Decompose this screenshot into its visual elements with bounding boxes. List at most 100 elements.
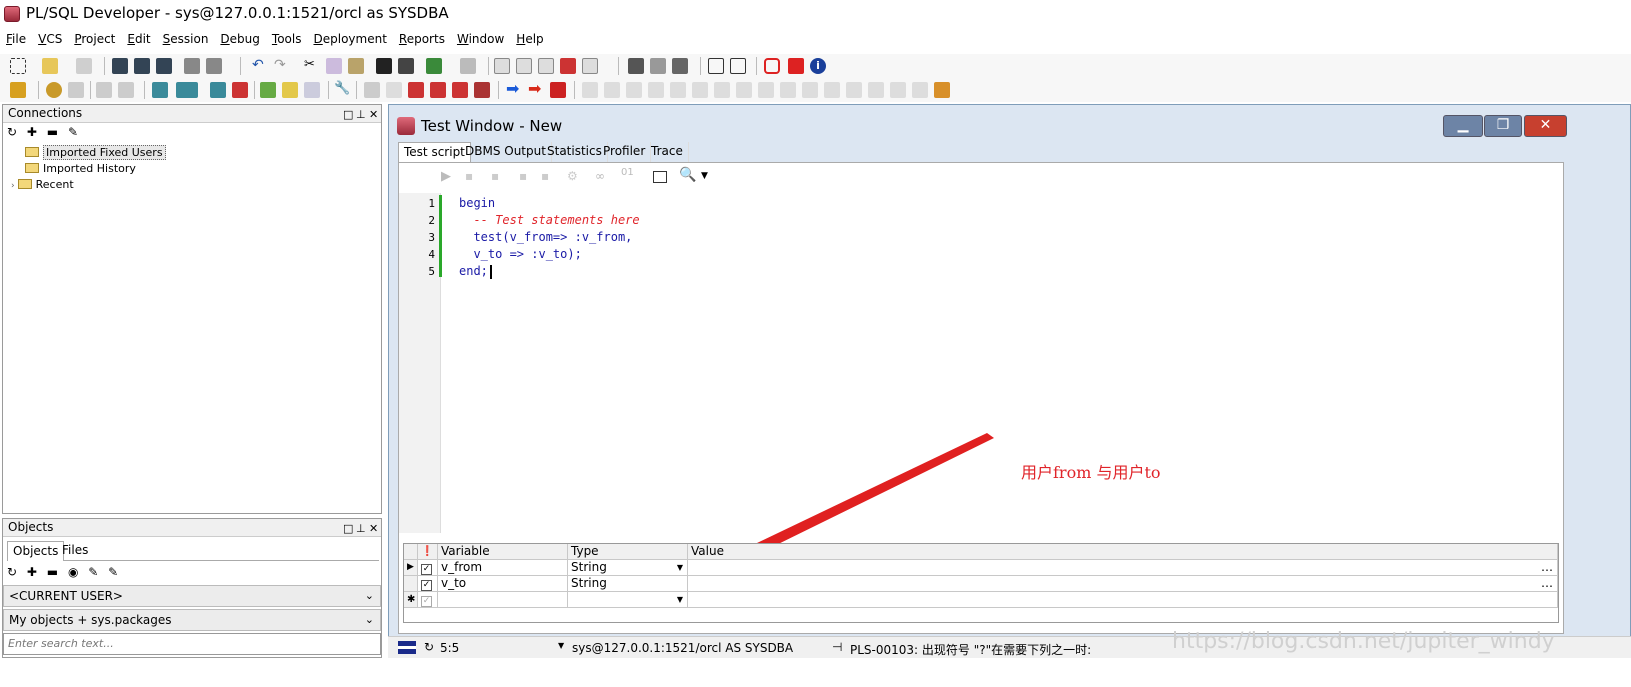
tab-files[interactable]: Files	[57, 541, 93, 561]
object-search-input[interactable]: Enter search text...	[3, 633, 381, 655]
explain-plan-icon[interactable]	[672, 58, 688, 74]
gear-icon[interactable]	[46, 82, 62, 98]
menu-debug[interactable]: Debug	[214, 30, 265, 46]
object-icon-3[interactable]	[408, 82, 424, 98]
menu-reports[interactable]: Reports	[393, 30, 451, 46]
find-icon[interactable]	[376, 58, 392, 74]
undo-icon[interactable]: ↶	[252, 58, 268, 74]
panel-close-icon[interactable]: ✕	[369, 106, 378, 123]
sql-window-icon[interactable]	[628, 58, 644, 74]
type-cell[interactable]: String	[568, 576, 688, 592]
menu-session[interactable]: Session	[157, 30, 215, 46]
command-window-icon[interactable]	[650, 58, 666, 74]
chevron-down-icon[interactable]: ▼	[677, 592, 683, 607]
new-sql-window-icon[interactable]	[152, 82, 168, 98]
execute-icon[interactable]: ▶	[441, 169, 451, 184]
arrow-right-blue-icon[interactable]: ➡	[506, 81, 522, 98]
menu-deployment[interactable]: Deployment	[307, 30, 392, 46]
redo-icon[interactable]: ↷	[274, 58, 290, 74]
variable-cell[interactable]	[438, 592, 568, 608]
indent-icon[interactable]	[494, 58, 510, 74]
object-icon-4[interactable]	[430, 82, 446, 98]
close-button[interactable]: ✕	[1524, 115, 1567, 137]
cut-icon[interactable]: ✂	[304, 58, 320, 74]
filter-icon[interactable]: ✎	[108, 565, 118, 579]
tree-item-recent[interactable]: › Recent	[11, 177, 74, 193]
import-icon[interactable]	[426, 58, 442, 74]
tools-icon[interactable]	[260, 82, 276, 98]
wrench-icon[interactable]: 🔧	[334, 82, 350, 98]
edit-icon[interactable]: ✎	[68, 125, 78, 139]
uncomment-icon[interactable]	[560, 58, 576, 74]
filter-select[interactable]: My objects + sys.packages ⌄	[3, 609, 381, 631]
menu-project[interactable]: Project	[68, 30, 121, 46]
reopen-icon[interactable]	[76, 58, 92, 74]
find-binoculars-icon[interactable]: ◉	[68, 565, 78, 579]
paste-icon[interactable]	[348, 58, 364, 74]
chevron-down-icon[interactable]: ▼	[701, 171, 708, 181]
remove-icon[interactable]: ▬	[47, 565, 58, 579]
output-window-icon[interactable]	[653, 171, 667, 183]
connection-status[interactable]: sys@127.0.0.1:1521/orcl AS SYSDBA	[572, 641, 793, 655]
panel-pin-icon[interactable]: ⊥	[356, 520, 366, 537]
tab-dbms-output[interactable]: DBMS Output	[460, 142, 552, 162]
panel-float-icon[interactable]: □	[343, 520, 353, 537]
type-cell[interactable]: String ▼	[568, 560, 688, 576]
remove-icon[interactable]: ▬	[47, 125, 58, 139]
sql-dropdown-icon[interactable]	[176, 82, 198, 98]
new-icon[interactable]	[10, 58, 26, 74]
tab-trace[interactable]: Trace	[646, 142, 689, 162]
ellipsis-icon[interactable]: …	[1541, 560, 1553, 575]
tab-objects[interactable]: Objects	[7, 541, 65, 561]
object-icon-6[interactable]	[474, 82, 490, 98]
variable-cell[interactable]: v_to	[438, 576, 568, 592]
value-cell[interactable]	[688, 592, 1558, 608]
minimize-button[interactable]: ▁	[1443, 115, 1483, 137]
panel-close-icon[interactable]: ✕	[369, 520, 378, 537]
menu-help[interactable]: Help	[510, 30, 549, 46]
user-select[interactable]: <CURRENT USER> ⌄	[3, 585, 381, 607]
menu-edit[interactable]: Edit	[121, 30, 156, 46]
value-cell[interactable]: …	[688, 560, 1558, 576]
unlock-icon[interactable]	[934, 82, 950, 98]
refresh-icon[interactable]: ↻	[7, 125, 17, 139]
tile-icon[interactable]	[730, 58, 746, 74]
print-icon[interactable]	[184, 58, 200, 74]
panel-pin-icon[interactable]: ⊥	[356, 106, 366, 123]
menu-file[interactable]: File	[0, 30, 32, 46]
info-icon[interactable]: i	[810, 58, 826, 74]
unindent-icon[interactable]	[516, 58, 532, 74]
row-enabled-checkbox[interactable]: ✓	[421, 580, 432, 591]
list-icon[interactable]	[304, 82, 320, 98]
tree-item-fixed-users[interactable]: Imported Fixed Users	[25, 145, 166, 161]
copy-icon[interactable]	[326, 58, 342, 74]
chevron-down-icon[interactable]: ▼	[677, 560, 683, 575]
stop-icon[interactable]	[550, 82, 566, 98]
row-enabled-checkbox[interactable]: ✓	[421, 596, 432, 607]
value-cell[interactable]: …	[688, 576, 1558, 592]
open-folder-icon[interactable]	[42, 58, 58, 74]
export-icon[interactable]	[460, 58, 476, 74]
panel-float-icon[interactable]: □	[343, 106, 353, 123]
chevron-down-icon[interactable]: ▼	[558, 641, 564, 650]
edit-icon[interactable]: ✎	[88, 565, 98, 579]
pdf-icon[interactable]	[788, 58, 804, 74]
refresh-icon[interactable]: ↻	[7, 565, 17, 579]
replace-icon[interactable]	[398, 58, 414, 74]
test-window-icon[interactable]	[210, 82, 226, 98]
arrow-right-red-icon[interactable]: ➡	[528, 81, 544, 98]
tree-item-history[interactable]: Imported History	[25, 161, 136, 177]
logon-key-icon[interactable]	[10, 82, 26, 98]
cascade-icon[interactable]	[708, 58, 724, 74]
save-icon[interactable]	[112, 58, 128, 74]
ellipsis-icon[interactable]: …	[1541, 576, 1553, 591]
type-cell[interactable]: ▼	[568, 592, 688, 608]
menu-vcs[interactable]: VCS	[32, 30, 68, 46]
expand-chevron-icon[interactable]: ›	[11, 181, 15, 191]
add-icon[interactable]: ✚	[27, 125, 37, 139]
print-setup-icon[interactable]	[206, 58, 222, 74]
comment-icon[interactable]	[538, 58, 554, 74]
tab-profiler[interactable]: Profiler	[598, 142, 652, 162]
refresh-icon[interactable]: ↻	[424, 640, 434, 654]
menu-tools[interactable]: Tools	[266, 30, 308, 46]
